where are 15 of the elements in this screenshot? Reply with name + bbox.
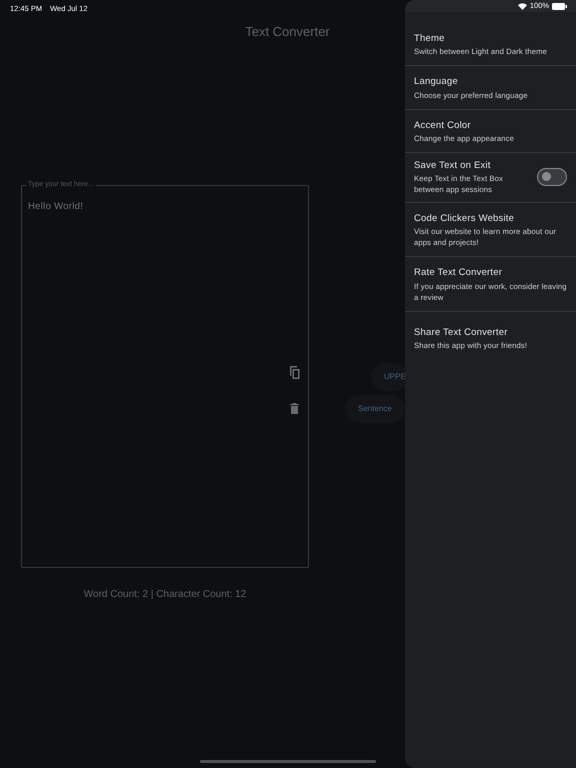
setting-title: Language	[414, 75, 459, 90]
text-input-field[interactable]: Hello World!	[22, 186, 308, 567]
battery-icon	[552, 2, 567, 10]
trash-icon[interactable]	[290, 403, 299, 414]
setting-title: Save Text on Exit	[414, 158, 492, 173]
setting-title: Theme	[414, 32, 446, 46]
setting-title: Accent Color	[414, 118, 472, 132]
setting-title: Rate Text Converter	[414, 266, 504, 280]
copy-icon[interactable]	[289, 366, 300, 379]
setting-title: Share Text Converter	[414, 326, 509, 340]
app-title: Text Converter	[244, 23, 331, 41]
setting-title: Code Clickers Website	[414, 212, 516, 226]
count-text: Word Count: 2 | Character Count: 12	[82, 588, 248, 602]
wifi-icon	[518, 2, 527, 10]
toggle-switch[interactable]	[537, 168, 567, 186]
